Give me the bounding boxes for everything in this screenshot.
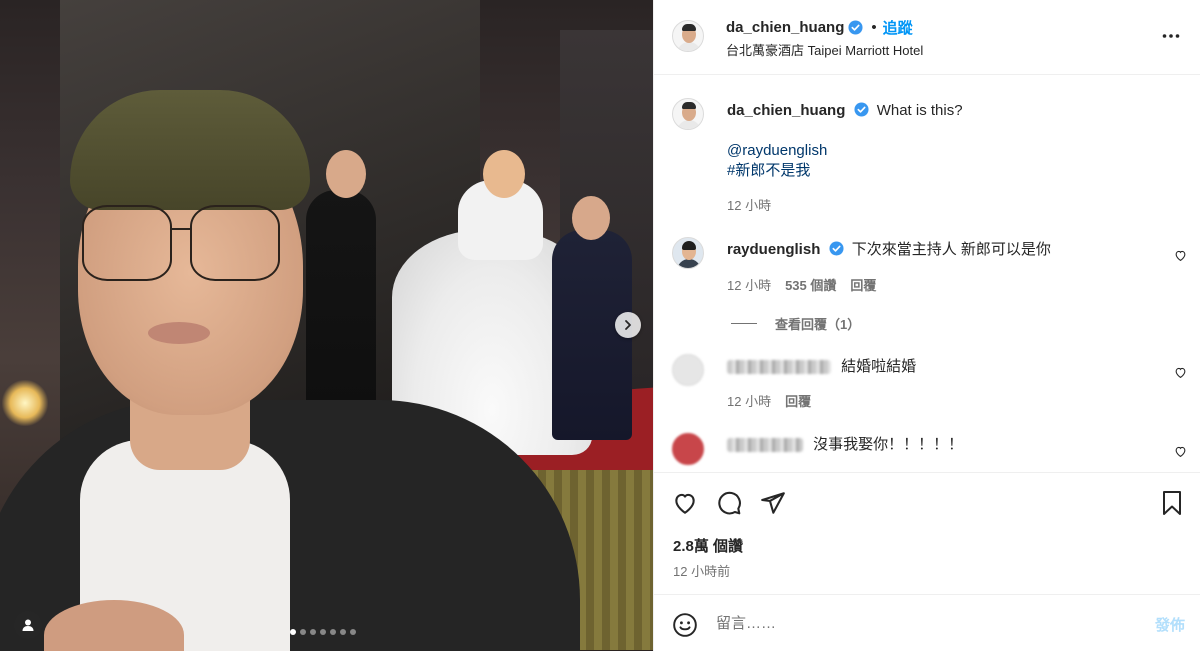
- more-options-button[interactable]: [1161, 26, 1181, 49]
- comment-button[interactable]: [716, 490, 742, 519]
- caption-username[interactable]: da_chien_huang: [727, 102, 845, 119]
- comment-body: 結婚啦結婚: [727, 357, 916, 377]
- carousel-dot: [320, 629, 326, 635]
- selfie-lips: [148, 322, 210, 344]
- view-replies-label: 查看回覆（1）: [775, 317, 861, 332]
- stage-light: [2, 380, 48, 426]
- carousel-dot: [300, 629, 306, 635]
- caption-hashtag[interactable]: #新郎不是我: [727, 161, 963, 181]
- comment-icon: [718, 491, 741, 515]
- chevron-right-icon: [625, 320, 631, 330]
- comment-text: 沒事我娶你！！！！！: [813, 436, 964, 453]
- verified-badge-icon: [829, 241, 844, 256]
- post-location[interactable]: 台北萬豪酒店 Taipei Marriott Hotel: [726, 40, 923, 59]
- comment-meta: 12 小時 535 個讚 回覆: [727, 275, 876, 294]
- replies-divider: [731, 323, 757, 324]
- verified-badge-icon: [854, 102, 869, 117]
- comment-likes[interactable]: 535 個讚: [785, 275, 836, 294]
- post-details-panel: da_chien_huang • 追蹤 台北萬豪酒店 Taipei Marrio…: [653, 0, 1200, 651]
- caption-body: da_chien_huang What is this? @rayduengli…: [727, 101, 963, 181]
- separator-dot: •: [871, 19, 877, 36]
- carousel-indicator: [290, 629, 356, 635]
- author-avatar[interactable]: [672, 20, 704, 52]
- carousel-dot: [310, 629, 316, 635]
- comment-item: rayduenglish 下次來當主持人 新郎可以是你 12 小時 535 個讚…: [654, 237, 1200, 332]
- host-head: [572, 196, 610, 240]
- commenter-username[interactable]: rayduenglish: [727, 241, 820, 258]
- comments-list[interactable]: da_chien_huang What is this? @rayduengli…: [654, 76, 1200, 472]
- carousel-dot: [290, 629, 296, 635]
- carousel-dot: [350, 629, 356, 635]
- groom-head: [326, 150, 366, 198]
- caption-meta: 12 小時: [727, 195, 771, 214]
- emoji-icon: [673, 613, 697, 637]
- like-comment-button[interactable]: [1174, 445, 1187, 461]
- heart-icon: [1175, 250, 1186, 262]
- caption-time[interactable]: 12 小時: [727, 195, 771, 214]
- commenter-avatar[interactable]: [672, 237, 704, 269]
- carousel-dot: [340, 629, 346, 635]
- comment-input[interactable]: [716, 612, 1116, 634]
- post-actions: 2.8萬 個讚 12 小時前: [654, 472, 1200, 594]
- like-button[interactable]: [672, 490, 698, 519]
- selfie-cap: [70, 90, 310, 210]
- like-comment-button[interactable]: [1174, 249, 1187, 265]
- comment-text: 結婚啦結婚: [841, 358, 917, 375]
- caption-mention[interactable]: @rayduenglish: [727, 141, 963, 161]
- view-replies-button[interactable]: 查看回覆（1）: [731, 314, 860, 333]
- verified-badge-icon: [848, 20, 863, 35]
- comment-item: 結婚啦結婚 12 小時 回覆: [654, 354, 1200, 414]
- share-icon: [761, 492, 785, 514]
- caption-text: What is this?: [876, 102, 963, 119]
- post-caption: da_chien_huang What is this? @rayduengli…: [654, 98, 1200, 218]
- post-timestamp[interactable]: 12 小時前: [673, 561, 730, 580]
- comment-text: 下次來當主持人 新郎可以是你: [851, 241, 1051, 258]
- tagged-user-icon: [22, 619, 34, 631]
- reply-button[interactable]: 回覆: [785, 391, 811, 410]
- comment-time[interactable]: 12 小時: [727, 391, 771, 410]
- save-button[interactable]: [1160, 490, 1184, 519]
- bride-head: [483, 150, 525, 198]
- comment-body: rayduenglish 下次來當主持人 新郎可以是你: [727, 240, 1051, 260]
- tagged-users-button[interactable]: [14, 611, 42, 639]
- glasses-right-lens: [190, 205, 280, 281]
- post-comment-button[interactable]: 發佈: [1155, 614, 1185, 635]
- comment-body: 沒事我娶你！！！！！: [727, 435, 963, 455]
- like-comment-button[interactable]: [1174, 366, 1187, 382]
- heart-icon: [675, 493, 695, 514]
- commenter-username-blurred[interactable]: [727, 438, 803, 453]
- follow-button[interactable]: 追蹤: [883, 17, 913, 38]
- next-media-button[interactable]: [615, 312, 641, 338]
- carousel-dot: [330, 629, 336, 635]
- comment-composer: 發佈: [654, 594, 1200, 651]
- emoji-button[interactable]: [672, 612, 698, 641]
- comment-meta: 12 小時 回覆: [727, 391, 811, 410]
- author-username[interactable]: da_chien_huang: [726, 19, 844, 36]
- post-header: da_chien_huang • 追蹤 台北萬豪酒店 Taipei Marrio…: [654, 0, 1200, 75]
- heart-icon: [1175, 367, 1186, 379]
- bookmark-icon: [1163, 491, 1181, 515]
- more-options-icon: [1162, 34, 1180, 38]
- commenter-username-blurred[interactable]: [727, 360, 831, 375]
- comment-time[interactable]: 12 小時: [727, 275, 771, 294]
- view-count[interactable]: 2.8萬 個讚: [673, 535, 743, 556]
- glasses-left-lens: [82, 205, 172, 281]
- commenter-avatar[interactable]: [672, 433, 704, 465]
- reply-button[interactable]: 回覆: [850, 275, 876, 294]
- post-media[interactable]: [0, 0, 653, 651]
- glasses-bridge: [170, 228, 192, 230]
- heart-icon: [1175, 446, 1186, 458]
- caption-avatar[interactable]: [672, 98, 704, 130]
- share-button[interactable]: [760, 490, 786, 519]
- commenter-avatar[interactable]: [672, 354, 704, 386]
- comment-item: 沒事我娶你！！！！！: [654, 433, 1200, 472]
